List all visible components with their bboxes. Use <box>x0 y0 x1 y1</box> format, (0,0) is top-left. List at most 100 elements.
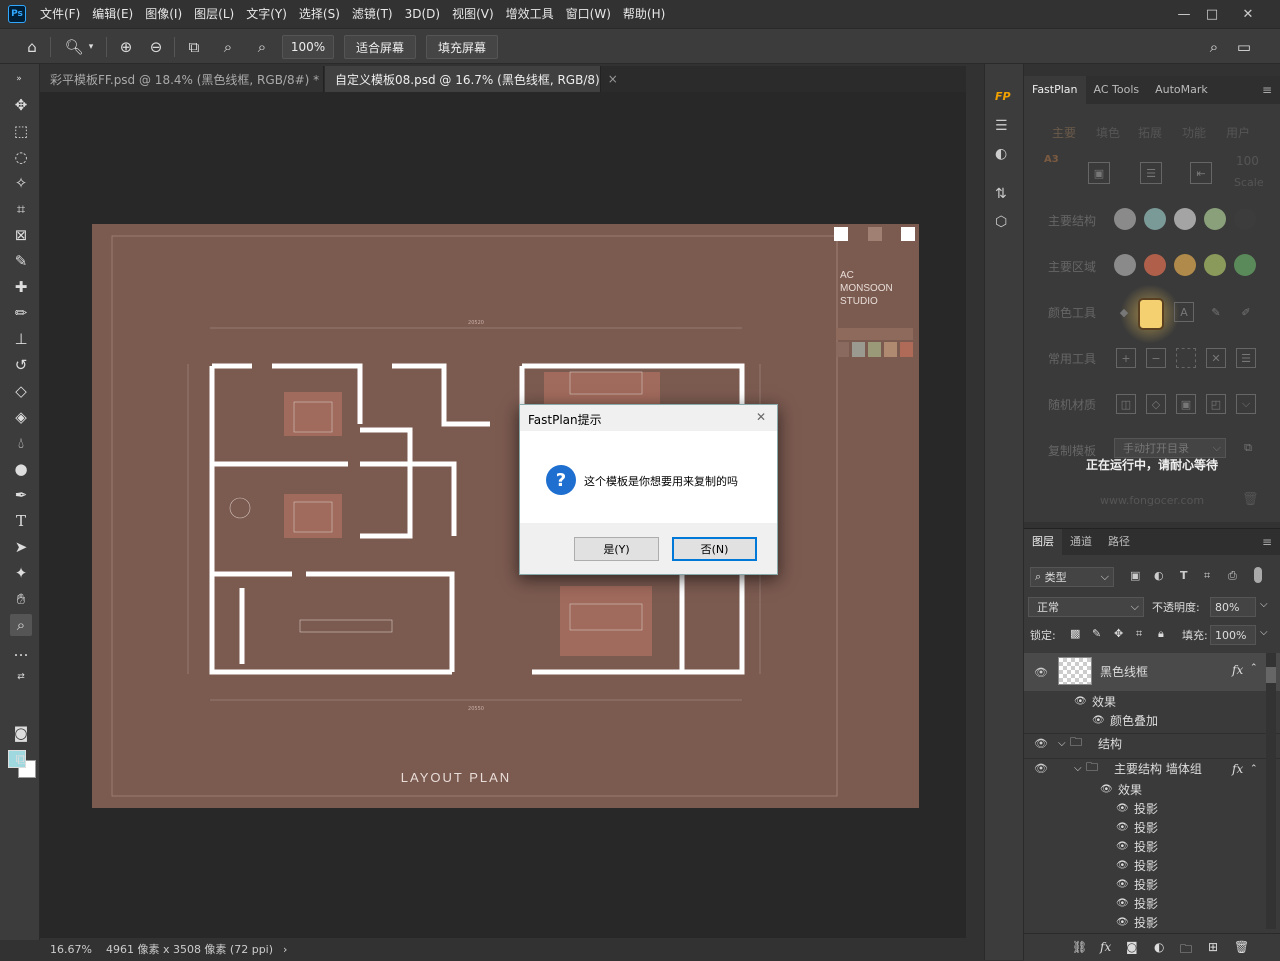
fill-color-icon[interactable]: ◆ <box>1114 302 1134 322</box>
adjustments-panel-icon[interactable]: ☰ <box>995 118 1008 134</box>
tab-ac-tools[interactable]: AC Tools <box>1086 76 1148 104</box>
panel-menu-icon[interactable]: ≡ <box>1262 535 1272 549</box>
material-5-icon[interactable]: ⌵ <box>1236 394 1256 414</box>
chevron-down-icon[interactable]: ⌵ <box>1260 627 1268 638</box>
selection-icon[interactable] <box>1176 348 1196 368</box>
menu-select[interactable]: 选择(S) <box>293 0 346 28</box>
visibility-eye-icon[interactable]: 👁︎ <box>1116 898 1129 909</box>
menu-window[interactable]: 窗口(W) <box>560 0 617 28</box>
copy-icon[interactable]: ⧉ <box>1238 438 1258 458</box>
no-button[interactable]: 否(N) <box>672 537 757 561</box>
home-icon[interactable]: ⌂ <box>20 35 44 59</box>
visibility-eye-icon[interactable]: 👁︎ <box>1034 666 1048 679</box>
fill-input[interactable]: 100% <box>1210 625 1256 645</box>
tab-fastplan[interactable]: FastPlan <box>1024 76 1086 104</box>
layers-scrollbar[interactable] <box>1266 653 1276 929</box>
more-tools-icon[interactable]: … <box>10 640 32 662</box>
add-style-icon[interactable]: fx <box>1100 940 1111 954</box>
visibility-eye-icon[interactable]: 👁︎ <box>1034 762 1048 775</box>
visibility-eye-icon[interactable]: 👁︎ <box>1092 715 1105 726</box>
layer-effect-row[interactable]: 👁︎ 投影 <box>1024 817 1280 837</box>
chevron-down-icon[interactable]: ⌵ <box>1074 763 1082 774</box>
marquee-tool-icon[interactable]: ⬚ <box>10 120 32 142</box>
fit-screen-button[interactable]: 适合屏幕 <box>344 35 416 59</box>
menu-file[interactable]: 文件(F) <box>34 0 86 28</box>
section-user[interactable]: 用户 <box>1226 124 1250 141</box>
tab-channels[interactable]: 通道 <box>1062 529 1100 555</box>
visibility-eye-icon[interactable]: 👁︎ <box>1116 803 1129 814</box>
menu-plugins[interactable]: 增效工具 <box>500 0 560 28</box>
new-adjustment-icon[interactable]: ◐ <box>1154 940 1164 954</box>
paper-size-label[interactable]: A3 <box>1044 154 1059 165</box>
maximize-button[interactable]: □ <box>1196 0 1228 28</box>
area-color-1[interactable] <box>1114 254 1136 276</box>
stamp-tool-icon[interactable]: ⊥ <box>10 328 32 350</box>
path-select-icon[interactable]: ➤ <box>10 536 32 558</box>
tab-automark[interactable]: AutoMark <box>1147 76 1216 104</box>
chevron-down-icon[interactable]: ⌵ <box>1260 599 1268 610</box>
fx-icon[interactable]: fx <box>1232 762 1243 776</box>
structure-color-3[interactable] <box>1174 208 1196 230</box>
text-style-icon[interactable]: A <box>1174 302 1194 322</box>
zoom-all-windows-icon[interactable]: ⌕ <box>216 35 240 59</box>
section-extend[interactable]: 拓展 <box>1138 124 1162 141</box>
section-function[interactable]: 功能 <box>1182 124 1206 141</box>
group-name[interactable]: 主要结构 墙体组 <box>1114 760 1202 777</box>
import-icon[interactable]: ⇤ <box>1190 162 1212 184</box>
lock-image-icon[interactable]: ✎ <box>1092 627 1101 640</box>
layer-filter-dropdown[interactable]: ⌕ 类型 ⌵ <box>1030 567 1114 587</box>
align-icon[interactable]: ☰ <box>1236 348 1256 368</box>
collapse-toolbox-icon[interactable]: » <box>8 68 30 90</box>
tab-document-2[interactable]: 自定义模板08.psd @ 16.7% (黑色线框, RGB/8) × <box>325 66 618 92</box>
chevron-up-icon[interactable]: ⌃ <box>1250 663 1258 673</box>
structure-color-2[interactable] <box>1144 208 1166 230</box>
subtract-icon[interactable]: − <box>1146 348 1166 368</box>
add-icon[interactable]: + <box>1116 348 1136 368</box>
scale-value[interactable]: 100 <box>1236 154 1259 168</box>
yes-button[interactable]: 是(Y) <box>574 537 659 561</box>
eraser-icon[interactable]: ◇ <box>10 380 32 402</box>
section-fill[interactable]: 填色 <box>1096 124 1120 141</box>
eyedropper-icon[interactable]: ✎ <box>10 250 32 272</box>
material-2-icon[interactable]: ◇ <box>1146 394 1166 414</box>
zoom-tool-selected-icon[interactable]: ⌕ <box>10 614 32 636</box>
3d-panel-icon[interactable]: ⬡ <box>995 214 1007 230</box>
move-tool-icon[interactable]: ✥ <box>10 94 32 116</box>
filter-toggle[interactable] <box>1254 567 1262 583</box>
chevron-down-icon[interactable]: ⌵ <box>1058 738 1066 749</box>
fx-icon[interactable]: fx <box>1232 663 1243 677</box>
filter-smart-icon[interactable]: ⎙ <box>1228 569 1237 583</box>
layer-group-row[interactable]: 👁︎ ⌵ 🗀︎ 结构 <box>1024 733 1280 753</box>
dodge-tool-icon[interactable]: ● <box>10 458 32 480</box>
filter-shape-icon[interactable]: ⌗ <box>1204 569 1210 583</box>
layer-row-selected[interactable]: 👁︎ 黑色线框 fx ⌃ <box>1024 653 1280 691</box>
layer-effect-row[interactable]: 👁︎ 投影 <box>1024 874 1280 894</box>
healing-brush-icon[interactable]: ✚ <box>10 276 32 298</box>
pencil-icon[interactable]: ✎ <box>1206 302 1226 322</box>
visibility-eye-icon[interactable]: 👁︎ <box>1116 917 1129 928</box>
zoom-tool-icon[interactable]: 🔍︎ <box>62 35 86 59</box>
chevron-down-icon[interactable]: ▾ <box>84 35 98 59</box>
copy-template-dropdown[interactable]: 手动打开目录 ⌵ <box>1114 438 1226 458</box>
layer-name[interactable]: 黑色线框 <box>1100 663 1148 680</box>
section-main[interactable]: 主要 <box>1052 124 1076 141</box>
lasso-tool-icon[interactable]: ◌ <box>10 146 32 168</box>
image-icon[interactable]: ▣ <box>1088 162 1110 184</box>
visibility-eye-icon[interactable]: 👁︎ <box>1034 737 1048 750</box>
layer-group-row[interactable]: 👁︎ ⌵ 🗀︎ 主要结构 墙体组 fx ⌃ <box>1024 758 1280 778</box>
layer-effect-row[interactable]: 👁︎ 颜色叠加 <box>1024 710 1280 730</box>
scrubby-zoom-icon[interactable]: ⌕ <box>250 35 274 59</box>
menu-3d[interactable]: 3D(D) <box>399 0 446 28</box>
lock-transparent-icon[interactable]: ▩ <box>1070 627 1080 640</box>
menu-filter[interactable]: 滤镜(T) <box>346 0 399 28</box>
zoom-in-icon[interactable]: ⊕ <box>114 35 138 59</box>
swap-colors-icon[interactable]: ⇄ <box>10 666 32 688</box>
new-layer-icon[interactable]: ⊞ <box>1208 940 1218 954</box>
zoom-level[interactable]: 16.67% <box>50 943 92 956</box>
screen-mode-icon[interactable]: ⧉ <box>10 748 32 770</box>
menu-image[interactable]: 图像(I) <box>139 0 188 28</box>
tab-document-1[interactable]: 彩平模板FF.psd @ 18.4% (黑色线框, RGB/8#) *× <box>40 66 337 92</box>
area-color-3[interactable] <box>1174 254 1196 276</box>
link-layers-icon[interactable]: ⛓︎ <box>1072 940 1087 954</box>
eraser-tool-icon[interactable]: ✐ <box>1236 302 1256 322</box>
